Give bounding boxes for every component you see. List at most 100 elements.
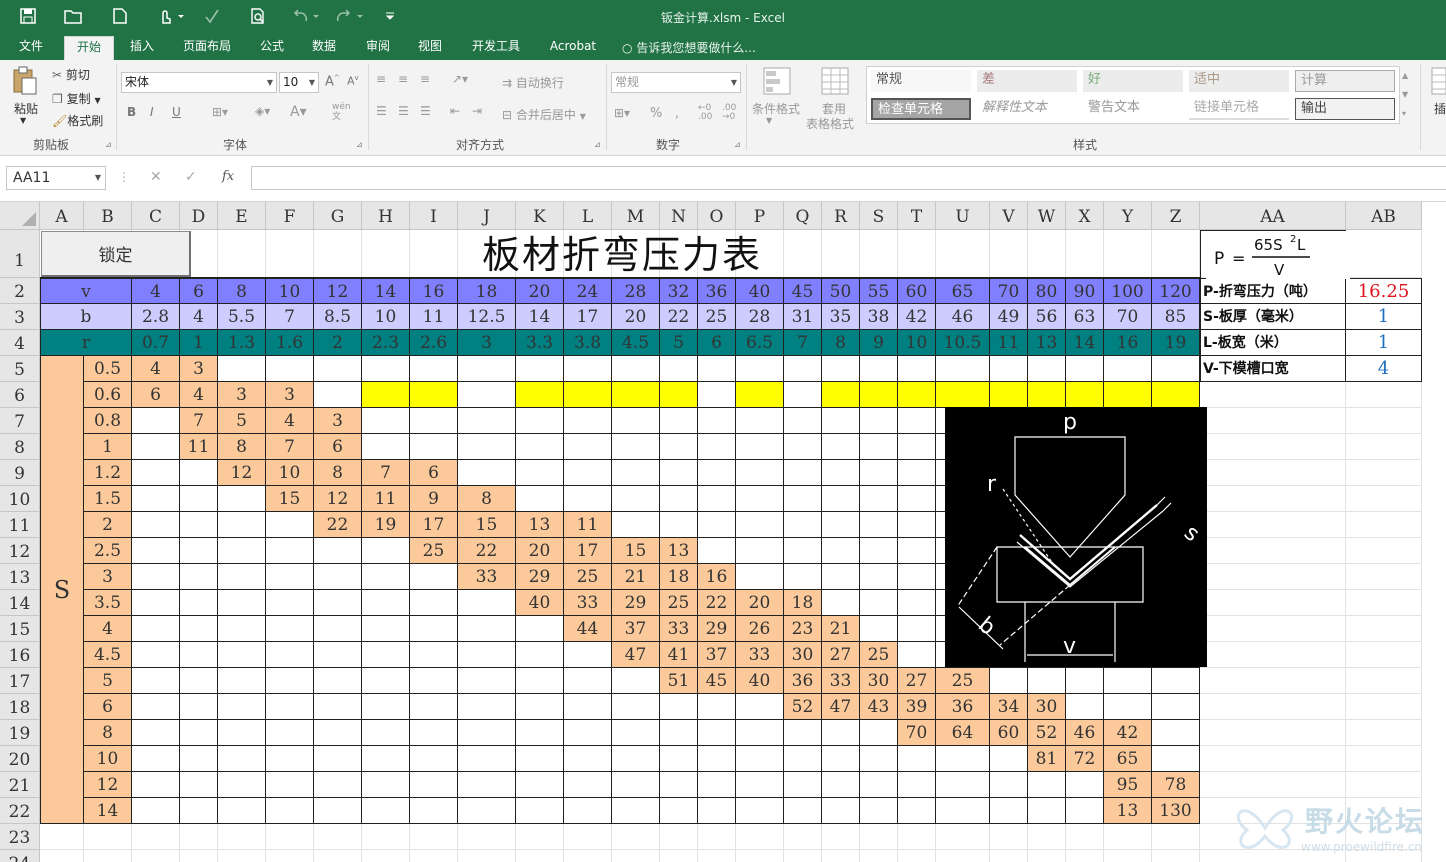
empty-cell[interactable]: [736, 486, 784, 512]
b-value-cell[interactable]: 14: [516, 304, 564, 330]
empty-cell[interactable]: [132, 772, 180, 798]
empty-cell[interactable]: [410, 772, 458, 798]
row-header[interactable]: 20: [0, 746, 40, 772]
force-value-cell[interactable]: 8: [458, 486, 516, 512]
empty-cell[interactable]: [660, 460, 698, 486]
empty-cell[interactable]: [458, 798, 516, 824]
number-format-combo[interactable]: 常规 ▼: [611, 72, 741, 93]
v-value-cell[interactable]: 8: [218, 278, 266, 304]
column-header[interactable]: W: [1028, 202, 1066, 230]
column-header[interactable]: AA: [1200, 202, 1346, 230]
empty-cell[interactable]: [564, 772, 612, 798]
empty-cell[interactable]: [266, 564, 314, 590]
tab-home[interactable]: 开始: [64, 36, 114, 60]
empty-cell[interactable]: [860, 434, 898, 460]
column-header[interactable]: F: [266, 202, 314, 230]
b-value-cell[interactable]: 25: [698, 304, 736, 330]
empty-cell[interactable]: [936, 798, 990, 824]
empty-cell[interactable]: [860, 564, 898, 590]
wrap-text-button[interactable]: ⇉ 自动换行: [502, 74, 564, 91]
empty-cell[interactable]: [362, 772, 410, 798]
empty-cell[interactable]: [660, 798, 698, 824]
row-header[interactable]: 14: [0, 590, 40, 616]
r-value-cell[interactable]: 2.3: [362, 330, 410, 356]
r-value-cell[interactable]: 2.6: [410, 330, 458, 356]
empty-cell[interactable]: [612, 460, 660, 486]
empty-cell[interactable]: [218, 512, 266, 538]
empty-cell[interactable]: [218, 694, 266, 720]
empty-cell[interactable]: [936, 746, 990, 772]
row-header[interactable]: 21: [0, 772, 40, 798]
empty-cell[interactable]: [860, 512, 898, 538]
b-value-cell[interactable]: 42: [898, 304, 936, 330]
empty-cell[interactable]: [132, 798, 180, 824]
r-header-label[interactable]: r: [40, 330, 132, 356]
empty-cell[interactable]: [990, 746, 1028, 772]
v-value-cell[interactable]: 80: [1028, 278, 1066, 304]
v-header-label[interactable]: v: [40, 278, 132, 304]
column-header[interactable]: AB: [1346, 202, 1422, 230]
b-value-cell[interactable]: 63: [1066, 304, 1104, 330]
percent-icon[interactable]: %: [650, 106, 662, 121]
empty-cell[interactable]: [822, 746, 860, 772]
v-value-cell[interactable]: 4: [132, 278, 180, 304]
column-header[interactable]: R: [822, 202, 860, 230]
empty-cell[interactable]: [132, 746, 180, 772]
decrease-decimal-icon[interactable]: .00 →0: [722, 104, 736, 122]
force-value-cell[interactable]: 25: [660, 590, 698, 616]
force-value-cell[interactable]: 15: [266, 486, 314, 512]
empty-cell[interactable]: [458, 590, 516, 616]
force-value-cell[interactable]: 29: [516, 564, 564, 590]
s-value-cell[interactable]: 12: [84, 772, 132, 798]
force-value-cell[interactable]: 20: [736, 590, 784, 616]
empty-cell[interactable]: [180, 616, 218, 642]
paste-dropdown-icon[interactable]: ▼: [20, 116, 26, 125]
empty-cell[interactable]: [898, 460, 936, 486]
v-value-cell[interactable]: 55: [860, 278, 898, 304]
empty-cell[interactable]: [822, 772, 860, 798]
empty-cell[interactable]: [698, 746, 736, 772]
style-neutral[interactable]: 适中: [1189, 70, 1289, 92]
b-value-cell[interactable]: 38: [860, 304, 898, 330]
empty-cell[interactable]: [132, 538, 180, 564]
empty-cell[interactable]: [266, 538, 314, 564]
conditional-format-button[interactable]: 条件格式: [752, 100, 800, 117]
s-value-cell[interactable]: 1.2: [84, 460, 132, 486]
force-value-cell[interactable]: 45: [698, 668, 736, 694]
force-value-cell[interactable]: 5: [218, 408, 266, 434]
empty-cell[interactable]: [1028, 772, 1066, 798]
empty-cell[interactable]: [860, 538, 898, 564]
empty-cell[interactable]: [218, 356, 266, 382]
empty-cell[interactable]: [516, 486, 564, 512]
empty-cell[interactable]: [822, 382, 860, 408]
empty-cell[interactable]: [458, 772, 516, 798]
empty-cell[interactable]: [516, 694, 564, 720]
empty-cell[interactable]: [822, 564, 860, 590]
empty-cell[interactable]: [784, 382, 822, 408]
tab-review[interactable]: 审阅: [356, 36, 400, 60]
force-value-cell[interactable]: 37: [698, 642, 736, 668]
empty-cell[interactable]: [660, 512, 698, 538]
empty-cell[interactable]: [410, 668, 458, 694]
force-value-cell[interactable]: 6: [132, 382, 180, 408]
force-value-cell[interactable]: 25: [564, 564, 612, 590]
empty-cell[interactable]: [266, 512, 314, 538]
empty-cell[interactable]: [612, 798, 660, 824]
force-value-cell[interactable]: 6: [314, 434, 362, 460]
empty-cell[interactable]: [1104, 694, 1152, 720]
empty-cell[interactable]: [362, 798, 410, 824]
force-value-cell[interactable]: 13: [516, 512, 564, 538]
empty-cell[interactable]: [736, 720, 784, 746]
align-right-icon[interactable]: ☰: [420, 104, 431, 118]
empty-cell[interactable]: [314, 590, 362, 616]
empty-cell[interactable]: [410, 720, 458, 746]
empty-cell[interactable]: [266, 798, 314, 824]
empty-cell[interactable]: [458, 720, 516, 746]
empty-cell[interactable]: [860, 408, 898, 434]
force-value-cell[interactable]: 26: [736, 616, 784, 642]
underline-button[interactable]: U: [172, 105, 181, 119]
empty-cell[interactable]: [612, 356, 660, 382]
empty-cell[interactable]: [612, 694, 660, 720]
gallery-scroll-icon[interactable]: ▲ ▼ ▾: [1402, 66, 1408, 123]
empty-cell[interactable]: [180, 798, 218, 824]
